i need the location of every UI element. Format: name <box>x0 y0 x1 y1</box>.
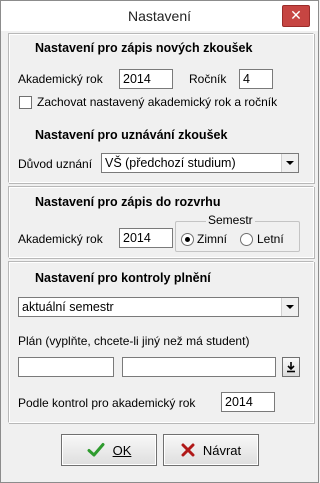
control-scope-value: aktuální semestr <box>22 300 114 314</box>
ok-button[interactable]: OK <box>61 434 157 466</box>
chevron-down-icon[interactable] <box>281 298 298 316</box>
control-year-label: Podle kontrol pro akademický rok <box>18 396 196 410</box>
summer-label: Letní <box>257 232 284 246</box>
chevron-down-icon[interactable] <box>281 154 298 172</box>
plan-browse-button[interactable] <box>282 357 300 377</box>
schedule-year-label: Akademický rok <box>18 232 103 246</box>
keep-settings-label: Zachovat nastavený akademický rok a ročn… <box>37 95 278 109</box>
ok-label: OK <box>112 442 132 458</box>
semester-group-label: Semestr <box>206 213 255 227</box>
recognition-reason-value: VŠ (předchozí studium) <box>105 156 236 170</box>
summer-radio[interactable] <box>240 233 253 246</box>
window-title: Nastavení <box>127 8 192 24</box>
close-button[interactable]: ✕ <box>282 5 310 27</box>
back-label: Návrat <box>202 442 242 458</box>
section-title-new-exams: Nastavení pro zápis nových zkoušek <box>35 41 253 55</box>
check-icon <box>87 443 105 457</box>
plan-code-input[interactable] <box>18 357 114 377</box>
academic-year-label: Akademický rok <box>18 72 103 86</box>
plan-name-input[interactable] <box>122 357 276 377</box>
grade-input[interactable]: 4 <box>239 69 273 89</box>
control-year-input[interactable]: 2014 <box>221 392 275 412</box>
section-title-schedule: Nastavení pro zápis do rozvrhu <box>35 195 221 209</box>
winter-label: Zimní <box>197 232 227 246</box>
panel-control: Nastavení pro kontroly plnění aktuální s… <box>8 261 314 423</box>
plan-label: Plán (vyplňte, chcete-li jiný než má stu… <box>18 334 250 348</box>
section-title-recognition: Nastavení pro uznávání zkoušek <box>35 128 228 142</box>
x-mark-icon <box>181 443 195 457</box>
winter-radio[interactable] <box>181 233 194 246</box>
control-scope-select[interactable]: aktuální semestr <box>18 297 299 317</box>
schedule-year-input[interactable]: 2014 <box>119 228 173 248</box>
panel-exams: Nastavení pro zápis nových zkoušek Akade… <box>8 33 314 183</box>
grade-label: Ročník <box>189 72 227 86</box>
close-icon: ✕ <box>290 7 302 23</box>
settings-dialog: Nastavení ✕ Nastavení pro zápis nových z… <box>0 0 319 483</box>
download-arrow-icon <box>287 362 295 373</box>
keep-settings-checkbox[interactable] <box>19 96 32 109</box>
section-title-control: Nastavení pro kontroly plnění <box>35 271 211 285</box>
recognition-reason-label: Důvod uznání <box>18 157 93 171</box>
academic-year-input[interactable]: 2014 <box>119 69 173 89</box>
title-bar: Nastavení ✕ <box>1 1 318 31</box>
recognition-reason-select[interactable]: VŠ (předchozí studium) <box>101 153 299 173</box>
panel-schedule: Nastavení pro zápis do rozvrhu Akademick… <box>8 186 314 258</box>
back-button[interactable]: Návrat <box>163 434 259 466</box>
